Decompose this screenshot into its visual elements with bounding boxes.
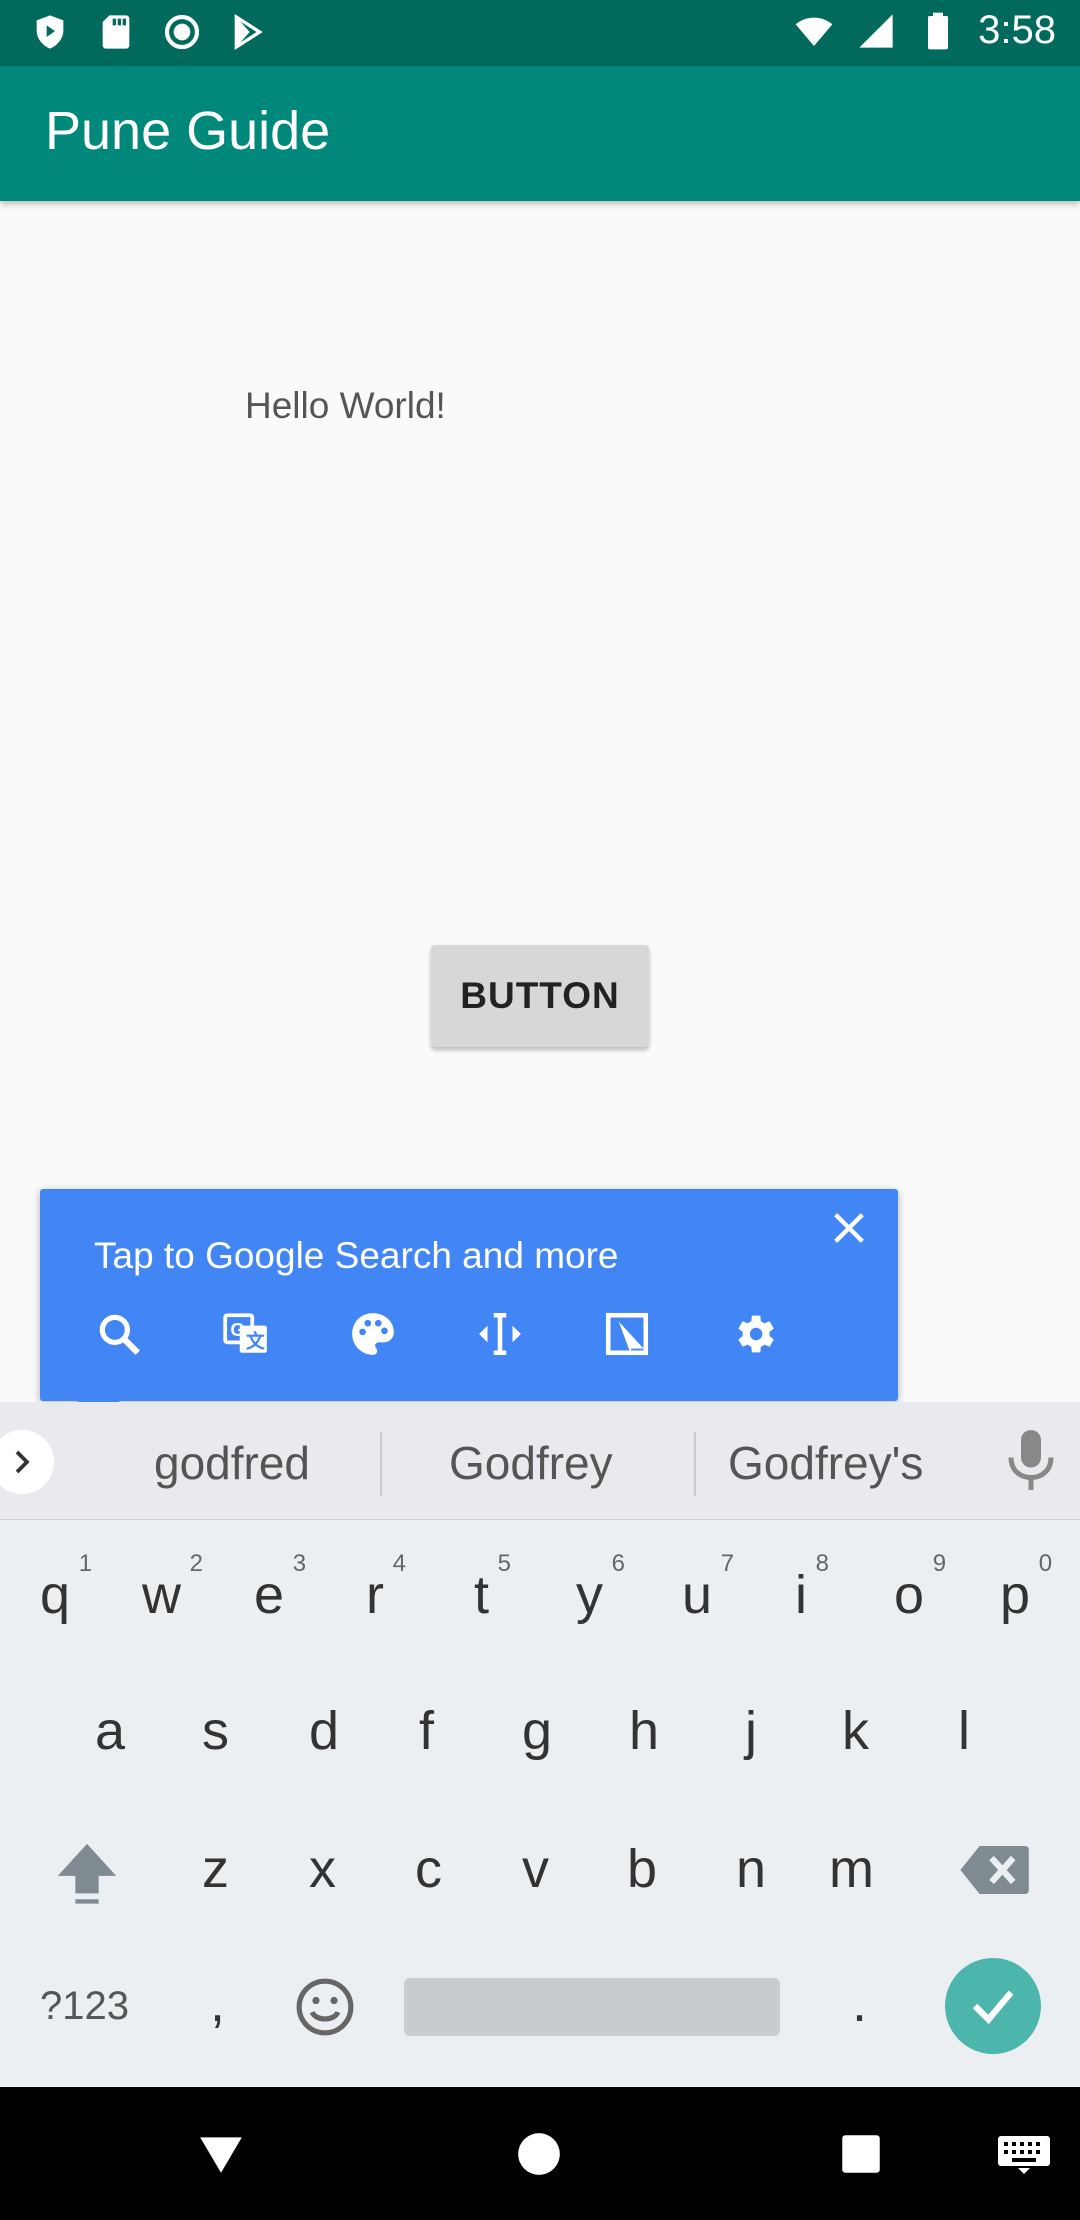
hello-text: Hello World! xyxy=(245,385,446,426)
settings-icon[interactable] xyxy=(729,1309,779,1359)
key-f[interactable]: f xyxy=(419,1700,434,1762)
suggestion-2[interactable]: Godfrey xyxy=(449,1436,613,1490)
svg-text:G: G xyxy=(230,1319,245,1340)
record-icon xyxy=(160,10,204,54)
text-cursor-icon[interactable] xyxy=(475,1309,525,1359)
shield-play-icon xyxy=(28,10,72,54)
key-b[interactable]: b xyxy=(627,1838,657,1900)
key-x[interactable]: x xyxy=(309,1838,336,1900)
suggestion-bar: godfred Godfrey Godfrey's xyxy=(0,1402,1080,1520)
google-search-popup[interactable]: Tap to Google Search and more G文 xyxy=(40,1189,898,1401)
app-bar: Pune Guide xyxy=(0,66,1080,201)
check-icon xyxy=(972,1990,1014,2025)
wifi-icon xyxy=(792,9,836,53)
play-store-icon xyxy=(226,10,270,54)
home-icon[interactable] xyxy=(514,2129,564,2179)
sd-card-icon xyxy=(94,10,138,54)
translate-icon[interactable]: G文 xyxy=(221,1309,271,1359)
key-u[interactable]: u7 xyxy=(682,1550,734,1626)
shift-icon xyxy=(57,1843,117,1904)
status-time: 3:58 xyxy=(978,8,1056,52)
key-q[interactable]: q1 xyxy=(40,1550,92,1626)
popup-text[interactable]: Tap to Google Search and more xyxy=(94,1235,619,1277)
emoji-key[interactable] xyxy=(294,1976,356,2038)
status-bar: 3:58 xyxy=(0,0,1080,66)
key-s[interactable]: s xyxy=(202,1700,229,1762)
key-z[interactable]: z xyxy=(202,1838,229,1900)
key-k[interactable]: k xyxy=(842,1700,869,1762)
close-icon[interactable] xyxy=(824,1203,874,1253)
key-w[interactable]: w2 xyxy=(142,1550,203,1626)
comma-key[interactable]: , xyxy=(210,1972,225,2034)
key-v[interactable]: v xyxy=(522,1838,549,1900)
key-l[interactable]: l xyxy=(958,1700,970,1762)
period-key[interactable]: . xyxy=(852,1972,867,2034)
search-icon[interactable] xyxy=(94,1309,144,1359)
emoji-icon xyxy=(296,1978,354,2036)
key-a[interactable]: a xyxy=(95,1700,125,1762)
key-e[interactable]: e3 xyxy=(254,1550,306,1626)
key-g[interactable]: g xyxy=(522,1700,552,1762)
space-key[interactable] xyxy=(404,1978,780,2036)
enter-key[interactable] xyxy=(945,1958,1041,2054)
suggestion-1[interactable]: godfred xyxy=(154,1436,310,1490)
screenshot-icon[interactable] xyxy=(602,1309,652,1359)
key-j[interactable]: j xyxy=(745,1700,757,1762)
cell-signal-icon xyxy=(854,9,898,53)
key-i[interactable]: i8 xyxy=(795,1550,829,1626)
symbols-key[interactable]: ?123 xyxy=(40,1984,129,2029)
suggestion-3[interactable]: Godfrey's xyxy=(728,1436,923,1490)
key-m[interactable]: m xyxy=(829,1838,874,1900)
key-p[interactable]: p0 xyxy=(1000,1550,1052,1626)
key-o[interactable]: o9 xyxy=(894,1550,946,1626)
battery-icon xyxy=(916,9,960,53)
microphone-icon[interactable] xyxy=(1006,1430,1056,1490)
back-icon[interactable] xyxy=(196,2129,246,2179)
recents-icon[interactable] xyxy=(836,2129,886,2179)
key-y[interactable]: y6 xyxy=(576,1550,625,1626)
key-t[interactable]: t5 xyxy=(474,1550,511,1626)
svg-text:文: 文 xyxy=(246,1330,265,1352)
shift-key[interactable] xyxy=(52,1838,122,1908)
key-n[interactable]: n xyxy=(736,1838,766,1900)
keyboard-icon[interactable] xyxy=(996,2129,1052,2179)
keyboard: godfred Godfrey Godfrey's q1 w2 e3 r4 t5… xyxy=(0,1402,1080,2087)
suggestion-divider xyxy=(380,1432,382,1496)
key-r[interactable]: r4 xyxy=(366,1550,406,1626)
key-c[interactable]: c xyxy=(415,1838,442,1900)
nav-bar xyxy=(0,2087,1080,2220)
backspace-key[interactable] xyxy=(958,1842,1030,1898)
chevron-right-icon[interactable] xyxy=(0,1430,54,1494)
palette-icon[interactable] xyxy=(348,1309,398,1359)
key-h[interactable]: h xyxy=(629,1700,659,1762)
page-title: Pune Guide xyxy=(45,101,331,161)
key-d[interactable]: d xyxy=(309,1700,339,1762)
backspace-icon xyxy=(960,1846,1029,1894)
suggestion-divider xyxy=(694,1432,696,1496)
main-button[interactable]: BUTTON xyxy=(431,945,649,1047)
